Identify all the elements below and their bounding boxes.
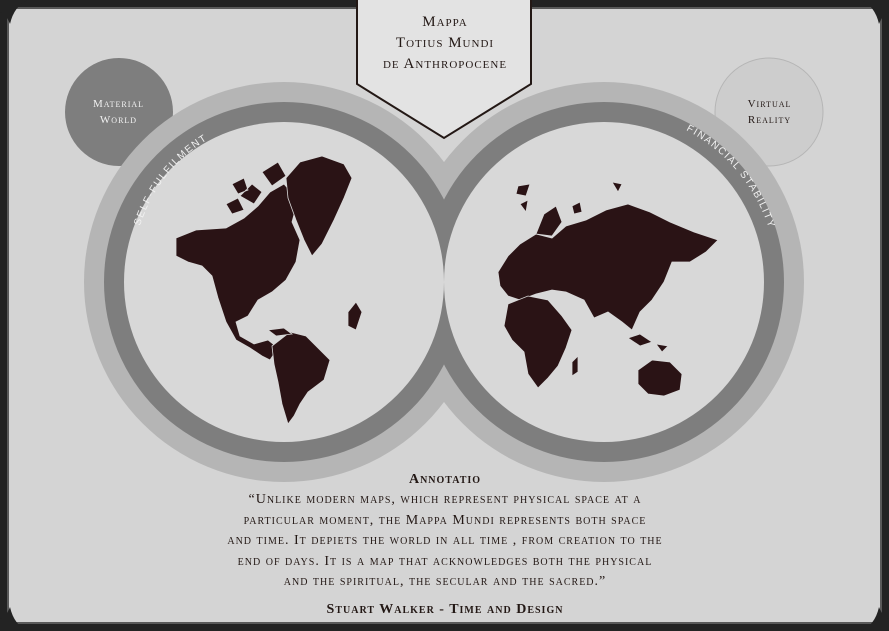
virtual-reality-label: Virtual Reality <box>718 96 821 128</box>
material-world-label: Material World <box>70 96 167 128</box>
quote-line-3: and time. It depiets the world in all ti… <box>227 533 663 548</box>
annotation-quote: “Unlike modern maps, which represent phy… <box>120 490 770 593</box>
title-line-2: Totius Mundi <box>395 35 495 51</box>
map-title: Mappa Totius Mundi de Anthropocene <box>355 12 535 75</box>
material-world-label-line-1: Material <box>92 98 145 110</box>
quote-line-2: particular moment, the Mappa Mundi repre… <box>243 512 647 528</box>
virtual-reality-label-line-2: Reality <box>747 114 792 126</box>
material-world-label-line-2: World <box>99 114 138 126</box>
annotation-citation: Stuart Walker - Time and Design <box>326 602 564 617</box>
virtual-reality-label-line-1: Virtual <box>747 98 792 110</box>
title-line-3: de Anthropocene <box>382 56 508 72</box>
annotation-heading: Annotatio <box>408 472 482 487</box>
title-line-1: Mappa <box>422 14 468 30</box>
quote-line-5: and the spiritual, the secular and the s… <box>283 574 607 589</box>
quote-line-1: “Unlike modern maps, which represent phy… <box>248 492 642 507</box>
quote-line-4: end of days. It is a map that acknowledg… <box>237 553 653 569</box>
